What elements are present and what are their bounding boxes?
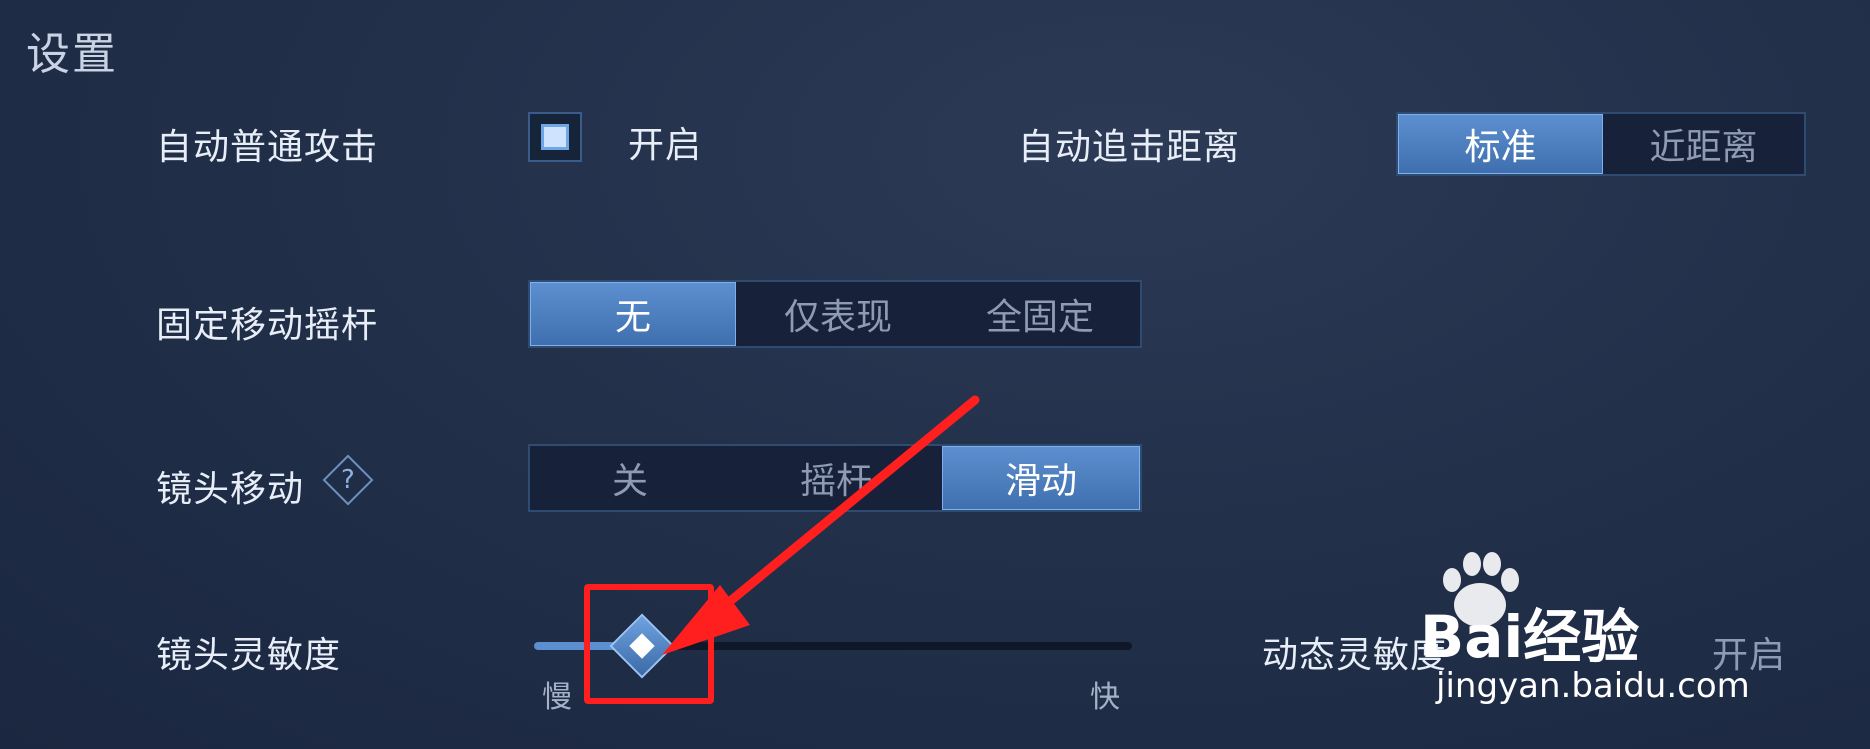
auto-attack-checkbox[interactable] <box>528 112 582 162</box>
auto-attack-checkbox-label: 开启 <box>628 125 703 166</box>
annotation-arrow-icon <box>662 395 980 655</box>
checkbox-check-icon <box>541 124 569 150</box>
option-standard[interactable]: 标准 <box>1398 114 1603 174</box>
camera-sensitivity-label: 镜头灵敏度 <box>156 635 342 676</box>
camera-move-label: 镜头移动 <box>156 469 305 510</box>
auto-attack-label: 自动普通攻击 <box>156 127 379 168</box>
auto-chase-label: 自动追击距离 <box>1018 127 1241 168</box>
fixed-joystick-segmented: 无 仅表现 全固定 <box>528 280 1142 348</box>
option-none[interactable]: 无 <box>530 282 736 346</box>
option-full-fixed[interactable]: 全固定 <box>940 282 1140 346</box>
watermark-url: jingyan.baidu.com <box>1436 666 1750 706</box>
help-icon[interactable]: ? <box>322 454 374 506</box>
slider-max-label: 快 <box>1090 680 1120 715</box>
watermark-text: Bai经验 <box>1420 603 1640 671</box>
auto-chase-segmented: 标准 近距离 <box>1396 112 1806 176</box>
slider-min-label: 慢 <box>542 680 572 715</box>
fixed-joystick-label: 固定移动摇杆 <box>156 305 379 346</box>
option-close-range[interactable]: 近距离 <box>1603 114 1804 174</box>
option-display-only[interactable]: 仅表现 <box>736 282 940 346</box>
page-title: 设置 <box>26 29 118 80</box>
